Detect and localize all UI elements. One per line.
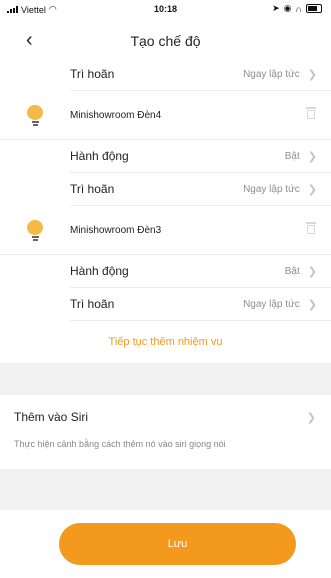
action-value-group: Bật ❯ — [285, 150, 317, 163]
trash-icon[interactable] — [306, 222, 316, 234]
delay-label: Trì hoãn — [70, 182, 115, 196]
chevron-right-icon: ❯ — [306, 411, 316, 424]
chevron-right-icon: ❯ — [307, 265, 317, 278]
bulb-icon — [27, 220, 43, 241]
battery-icon — [306, 4, 322, 13]
trash-icon[interactable] — [306, 107, 316, 119]
device-name: Minishowroom Đèn4 — [70, 109, 162, 121]
bulb-icon — [27, 105, 43, 126]
delay-label: Trì hoãn — [70, 297, 115, 311]
device-name: Minishowroom Đèn3 — [70, 224, 162, 236]
section-divider — [0, 363, 331, 395]
action-row[interactable]: Hành động Bật ❯ — [70, 255, 331, 288]
add-to-siri-row[interactable]: Thêm vào Siri ❯ — [0, 395, 331, 439]
siri-label: Thêm vào Siri — [14, 410, 89, 424]
delay-value: Ngay lập tức — [243, 183, 300, 195]
status-icons: ➤ ◉ ∩ — [272, 3, 322, 14]
add-task-link[interactable]: Tiếp tục thêm nhiệm vụ — [0, 321, 331, 363]
device-row: Minishowroom Đèn4 — [0, 91, 331, 140]
chevron-right-icon: ❯ — [307, 298, 317, 311]
device-row: Minishowroom Đèn3 — [0, 206, 331, 255]
delay-value-group: Ngay lập tức ❯ — [243, 183, 317, 196]
task-list: Trì hoãn Ngay lập tức ❯ Minishowroom Đèn… — [0, 58, 331, 546]
action-label: Hành động — [70, 264, 129, 278]
siri-note: Thực hiện cảnh bằng cách thêm nó vào sir… — [14, 439, 226, 449]
headphones-icon: ∩ — [295, 3, 302, 14]
page-title: Tạo chế độ — [130, 33, 201, 49]
action-value: Bật — [284, 265, 300, 277]
delay-value-group: Ngay lập tức ❯ — [243, 298, 317, 311]
nav-bar: ‹ Tạo chế độ — [0, 28, 331, 58]
action-value-group: Bật ❯ — [285, 265, 317, 278]
delay-value: Ngay lập tức — [243, 68, 300, 80]
delay-row[interactable]: Trì hoãn Ngay lập tức ❯ — [70, 58, 331, 91]
save-button[interactable]: Lưu — [59, 523, 296, 565]
action-row[interactable]: Hành động Bật ❯ — [70, 140, 331, 173]
save-area: Lưu — [0, 510, 331, 578]
delay-label: Trì hoãn — [70, 67, 115, 81]
action-value: Bật — [284, 150, 300, 162]
delay-value: Ngay lập tức — [243, 298, 300, 310]
status-bar: Viettel ◠ 10:18 ➤ ◉ ∩ — [0, 0, 331, 20]
location-icon: ➤ — [272, 3, 280, 13]
chevron-right-icon: ❯ — [307, 150, 317, 163]
delay-value-group: Ngay lập tức ❯ — [243, 68, 317, 81]
alarm-icon: ◉ — [283, 3, 292, 13]
chevron-right-icon: ❯ — [307, 183, 317, 196]
chevron-right-icon: ❯ — [307, 68, 317, 81]
delay-row[interactable]: Trì hoãn Ngay lập tức ❯ — [70, 288, 331, 321]
action-label: Hành động — [70, 149, 129, 163]
delay-row[interactable]: Trì hoãn Ngay lập tức ❯ — [70, 173, 331, 206]
